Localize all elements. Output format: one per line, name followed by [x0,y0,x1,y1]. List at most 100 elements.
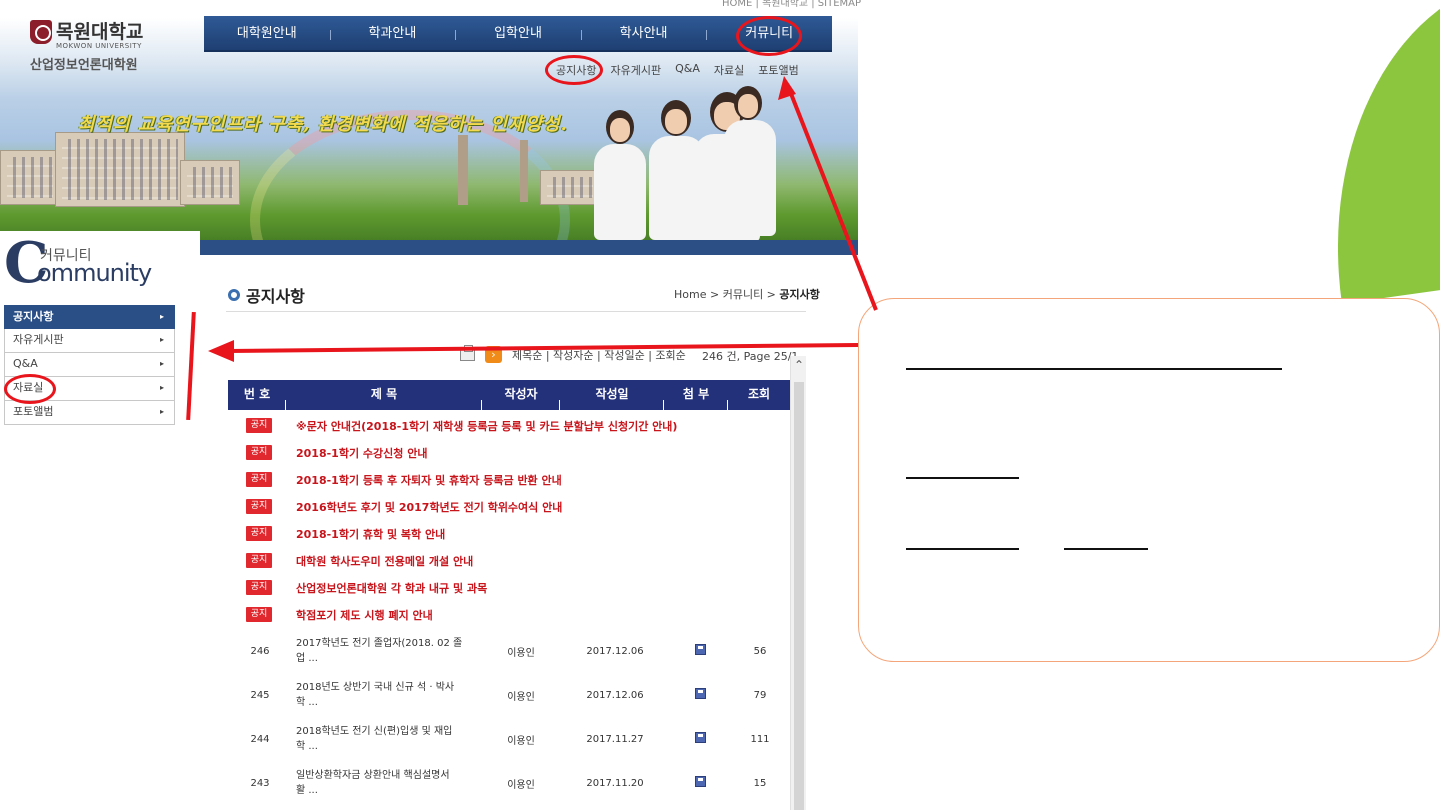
screenshot-stage: 최적의 교육연구인프라 구축, 환경변화에 적응하는 인재양성. HOME | … [0,0,1440,810]
chevron-right-icon: ▸ [159,312,164,321]
notice-title[interactable]: 2018-1학기 수강신청 안내 [296,445,427,461]
breadcrumb-home[interactable]: Home [674,288,706,301]
notice-title[interactable]: 2018-1학기 등록 후 자퇴자 및 휴학자 등록금 반환 안내 [296,472,562,488]
post-number: 245 [250,689,270,701]
title-divider [226,311,806,312]
table-row[interactable]: 244 2018학년도 전기 신(편)입생 및 재입 학 ... 이용인 2017… [228,717,790,761]
sort-options[interactable]: 제목순 | 작성자순 | 작성일순 | 조회순 [512,347,686,363]
notice-row[interactable]: 공지 2018-1학기 등록 후 자퇴자 및 휴학자 등록금 반환 안내 [228,466,790,493]
post-attachment[interactable] [670,776,730,790]
notice-row[interactable]: 공지 학점포기 제도 시행 폐지 안내 [228,601,790,628]
breadcrumb: Home > 커뮤니티 > 공지사항 [674,286,820,302]
annotation-circle-archive [4,374,56,404]
notice-row[interactable]: 공지 2018-1학기 수강신청 안내 [228,439,790,466]
print-icon[interactable] [460,345,475,361]
notice-title[interactable]: 학점포기 제도 시행 폐지 안내 [296,607,433,623]
chevron-right-icon: ▸ [159,407,164,416]
post-title[interactable]: 일반상환학자금 상환안내 핵심설명서활 ... [292,768,482,798]
notice-title[interactable]: 2018-1학기 휴학 및 복학 안내 [296,526,445,542]
notice-badge: 공지 [246,607,272,622]
side-item-free-board[interactable]: 자유게시판 ▸ [4,329,175,353]
chevron-right-icon: ▸ [159,335,164,344]
campus-building [55,132,185,207]
campus-building [180,160,240,205]
post-title-line: 학 ... [296,697,318,708]
side-item-photo-album[interactable]: 포토앨범 ▸ [4,401,175,425]
post-date: 2017.11.27 [586,733,644,745]
rss-icon[interactable]: › [485,346,502,363]
subnav-qna[interactable]: Q&A [675,62,700,78]
post-title[interactable]: 2017학년도 전기 졸업자(2018. 02 졸업 ... [292,636,482,666]
notice-row[interactable]: 공지 산업정보언론대학원 각 학과 내규 및 과목 [228,574,790,601]
blank-answer-line [906,368,1282,370]
notice-title[interactable]: ※문자 안내건(2018-1학기 재학생 등록금 등록 및 카드 분할납부 신청… [296,418,677,434]
notice-badge: 공지 [246,553,272,568]
subnav-archive[interactable]: 자료실 [714,62,744,78]
attachment-disk-icon[interactable] [694,688,706,699]
notice-row[interactable]: 공지 대학원 학사도우미 전용메일 개설 안내 [228,547,790,574]
post-title[interactable]: 2018학년도 전기 신(편)입생 및 재입학 ... [292,724,482,754]
attachment-disk-icon[interactable] [694,644,706,655]
post-title[interactable]: 2018년도 상반기 국내 신규 석 · 박사학 ... [292,680,482,710]
notice-row[interactable]: 공지 2018-1학기 휴학 및 복학 안내 [228,520,790,547]
notice-badge: 공지 [246,499,272,514]
table-row[interactable]: 245 2018년도 상반기 국내 신규 석 · 박사학 ... 이용인 201… [228,673,790,717]
notice-title[interactable]: 2016학년도 후기 및 2017학년도 전기 학위수여식 안내 [296,499,562,515]
table-row[interactable]: 243 일반상환학자금 상환안내 핵심설명서 활 ... 이용인 2017.11.… [228,761,790,805]
breadcrumb-separator: > [706,288,723,301]
side-title-english: ommunity [37,259,152,287]
post-author: 이용인 [507,779,535,791]
column-header-date: 작성일 [560,380,664,410]
side-item-label: 포토앨범 [13,405,54,418]
post-hits: 56 [753,645,767,657]
post-title-line: 2018학년도 전기 신(편)입생 및 재입 [296,726,453,737]
column-header-number: 번 호 [228,380,286,410]
notice-badge: 공지 [246,418,272,433]
notice-title[interactable]: 대학원 학사도우미 전용메일 개설 안내 [296,553,473,569]
post-attachment[interactable] [670,688,730,702]
top-utility-links[interactable]: HOME | 목원대학교 | SITEMAP [722,0,861,9]
subnav-free-board[interactable]: 자유게시판 [610,62,661,78]
side-item-notice[interactable]: 공지사항 ▸ [4,305,175,329]
post-author: 이용인 [507,647,535,659]
nav-department-info[interactable]: 학과안내 [329,16,456,50]
university-emblem-icon [30,20,52,44]
post-hits: 15 [753,777,767,789]
breadcrumb-community[interactable]: 커뮤니티 [723,288,763,301]
post-title-line: 학 ... [296,741,318,752]
notice-title[interactable]: 산업정보언론대학원 각 학과 내규 및 과목 [296,580,487,596]
banner-slogan: 최적의 교육연구인프라 구축, 환경변화에 적응하는 인재양성. [78,114,568,135]
scrollbar-thumb[interactable] [794,382,804,810]
nav-graduate-info[interactable]: 대학원안내 [204,16,330,50]
notice-row[interactable]: 공지 ※문자 안내건(2018-1학기 재학생 등록금 등록 및 카드 분할납부 … [228,412,790,439]
side-menu: 공지사항 ▸ 자유게시판 ▸ Q&A ▸ 자료실 ▸ 포토앨범 ▸ [4,305,175,425]
post-attachment[interactable] [670,732,730,746]
post-attachment[interactable] [670,644,730,658]
vertical-scrollbar[interactable]: ⌃ [790,356,806,810]
attachment-disk-icon[interactable] [694,732,706,743]
post-title-line: 2017학년도 전기 졸업자(2018. 02 졸 [296,638,463,649]
blank-answer-line [906,477,1019,479]
logo-name: 목원대학교 [56,21,144,43]
attachment-disk-icon[interactable] [694,776,706,787]
post-title-line: 활 ... [296,785,318,796]
nav-admission-info[interactable]: 입학안내 [455,16,581,50]
post-title-line: 일반상환학자금 상환안내 핵심설명서 [296,770,450,781]
post-number: 244 [250,733,270,745]
subnav-photo-album[interactable]: 포토앨범 [758,62,798,78]
table-header: 번 호 제 목 작성자 작성일 첨 부 조회 [228,380,790,410]
post-author: 이용인 [507,691,535,703]
notice-row[interactable]: 공지 2016학년도 후기 및 2017학년도 전기 학위수여식 안내 [228,493,790,520]
post-date: 2017.11.20 [586,777,644,789]
post-title-line: 2018년도 상반기 국내 신규 석 · 박사 [296,682,455,693]
university-logo[interactable]: 목원대학교 MOKWON UNIVERSITY 산업정보언론대학원 [30,20,180,73]
table-row[interactable]: 246 2017학년도 전기 졸업자(2018. 02 졸업 ... 이용인 2… [228,629,790,673]
title-bullet-icon [228,289,240,301]
notice-badge: 공지 [246,472,272,487]
post-hits: 111 [750,733,770,745]
chevron-right-icon: ▸ [159,383,164,392]
side-item-label: 공지사항 [13,310,54,323]
scroll-up-arrow-icon[interactable]: ⌃ [791,358,807,372]
page-title: 공지사항 [246,287,305,306]
nav-academic-info[interactable]: 학사안내 [580,16,707,50]
